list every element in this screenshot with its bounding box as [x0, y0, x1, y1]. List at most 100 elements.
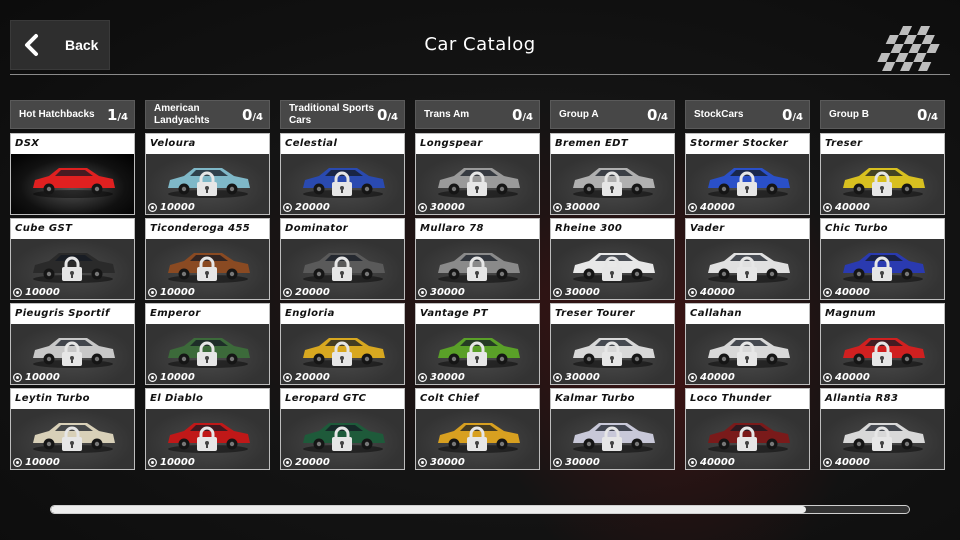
- lock-icon: [872, 426, 892, 451]
- coin-icon: [13, 288, 22, 297]
- car-card[interactable]: Magnum 40000: [820, 303, 945, 385]
- category-name: Group B: [829, 108, 869, 120]
- car-name: Magnum: [821, 304, 944, 324]
- car-price-value: 10000: [160, 457, 195, 468]
- category-header[interactable]: Hot Hatchbacks 1/4: [10, 100, 135, 129]
- car-price: 40000: [688, 287, 735, 298]
- car-name: Ticonderoga 455: [146, 219, 269, 239]
- coin-icon: [553, 288, 562, 297]
- coin-icon: [283, 203, 292, 212]
- car-price-value: 30000: [565, 372, 600, 383]
- car-card[interactable]: DSX: [10, 133, 135, 215]
- car-card[interactable]: El Diablo 10000: [145, 388, 270, 470]
- car-card[interactable]: Kalmar Turbo 30000: [550, 388, 675, 470]
- car-name: Stormer Stocker: [686, 134, 809, 154]
- car-price: 10000: [148, 457, 195, 468]
- car-preview: 40000: [686, 154, 809, 214]
- category-column: Group A 0/4 Bremen EDT 30000 Rheine 300 3…: [550, 100, 675, 470]
- car-card[interactable]: Stormer Stocker 40000: [685, 133, 810, 215]
- lock-icon: [332, 171, 352, 196]
- car-price: 10000: [13, 457, 60, 468]
- lock-icon: [332, 256, 352, 281]
- category-header[interactable]: Group A 0/4: [550, 100, 675, 129]
- car-card[interactable]: Longspear 30000: [415, 133, 540, 215]
- coin-icon: [148, 203, 157, 212]
- scrollbar-thumb[interactable]: [51, 506, 807, 513]
- car-card[interactable]: Engloria 20000: [280, 303, 405, 385]
- lock-icon: [602, 426, 622, 451]
- car-card[interactable]: Rheine 300 30000: [550, 218, 675, 300]
- car-card[interactable]: Bremen EDT 30000: [550, 133, 675, 215]
- car-price-value: 30000: [430, 202, 465, 213]
- car-card[interactable]: Emperor 10000: [145, 303, 270, 385]
- category-column: Trans Am 0/4 Longspear 30000 Mullaro 78 3…: [415, 100, 540, 470]
- car-preview: [11, 154, 134, 214]
- car-preview: 20000: [281, 239, 404, 299]
- lock-icon: [62, 341, 82, 366]
- category-header[interactable]: Group B 0/4: [820, 100, 945, 129]
- car-card[interactable]: Mullaro 78 30000: [415, 218, 540, 300]
- car-card[interactable]: Vader 40000: [685, 218, 810, 300]
- car-card[interactable]: Vantage PT 30000: [415, 303, 540, 385]
- car-card[interactable]: Loco Thunder 40000: [685, 388, 810, 470]
- car-card[interactable]: Chic Turbo 40000: [820, 218, 945, 300]
- car-card[interactable]: Colt Chief 30000: [415, 388, 540, 470]
- coin-icon: [823, 373, 832, 382]
- category-header[interactable]: Traditional Sports Cars 0/4: [280, 100, 405, 129]
- car-preview: 30000: [551, 409, 674, 469]
- car-name: Leytin Turbo: [11, 389, 134, 409]
- car-price: 10000: [13, 372, 60, 383]
- lock-icon: [737, 426, 757, 451]
- car-price-value: 40000: [700, 287, 735, 298]
- car-price-value: 20000: [295, 372, 330, 383]
- car-preview: 30000: [416, 409, 539, 469]
- car-name: Celestial: [281, 134, 404, 154]
- horizontal-scrollbar[interactable]: [50, 505, 910, 514]
- car-card[interactable]: Allantia R83 40000: [820, 388, 945, 470]
- car-preview: 10000: [146, 409, 269, 469]
- car-card[interactable]: Callahan 40000: [685, 303, 810, 385]
- car-card[interactable]: Cube GST 10000: [10, 218, 135, 300]
- car-card[interactable]: Treser Tourer 30000: [550, 303, 675, 385]
- car-preview: 30000: [416, 154, 539, 214]
- car-card[interactable]: Veloura 10000: [145, 133, 270, 215]
- car-card[interactable]: Pieugris Sportif 10000: [10, 303, 135, 385]
- car-name: Longspear: [416, 134, 539, 154]
- car-price: 40000: [688, 202, 735, 213]
- car-price-value: 40000: [700, 372, 735, 383]
- car-card[interactable]: Leropard GTC 20000: [280, 388, 405, 470]
- category-header[interactable]: StockCars 0/4: [685, 100, 810, 129]
- lock-icon: [602, 256, 622, 281]
- lock-icon: [197, 171, 217, 196]
- car-name: Cube GST: [11, 219, 134, 239]
- lock-icon: [467, 341, 487, 366]
- car-card[interactable]: Ticonderoga 455 10000: [145, 218, 270, 300]
- car-price: 30000: [418, 372, 465, 383]
- car-price-value: 40000: [835, 457, 870, 468]
- category-header[interactable]: American Landyachts 0/4: [145, 100, 270, 129]
- lock-icon: [467, 171, 487, 196]
- coin-icon: [823, 288, 832, 297]
- car-preview: 30000: [416, 324, 539, 384]
- coin-icon: [283, 458, 292, 467]
- car-name: Kalmar Turbo: [551, 389, 674, 409]
- car-name: Chic Turbo: [821, 219, 944, 239]
- car-card[interactable]: Leytin Turbo 10000: [10, 388, 135, 470]
- lock-icon: [197, 256, 217, 281]
- car-preview: 40000: [686, 409, 809, 469]
- category-owned-count: 0/4: [646, 105, 668, 124]
- car-price-value: 10000: [160, 372, 195, 383]
- coin-icon: [418, 288, 427, 297]
- coin-icon: [148, 458, 157, 467]
- car-preview: 10000: [146, 324, 269, 384]
- car-price: 30000: [553, 457, 600, 468]
- coin-icon: [553, 458, 562, 467]
- lock-icon: [872, 256, 892, 281]
- category-owned-count: 0/4: [511, 105, 533, 124]
- car-card[interactable]: Dominator 20000: [280, 218, 405, 300]
- car-card[interactable]: Treser 40000: [820, 133, 945, 215]
- coin-icon: [418, 203, 427, 212]
- category-header[interactable]: Trans Am 0/4: [415, 100, 540, 129]
- category-owned-count: 0/4: [916, 105, 938, 124]
- car-card[interactable]: Celestial 20000: [280, 133, 405, 215]
